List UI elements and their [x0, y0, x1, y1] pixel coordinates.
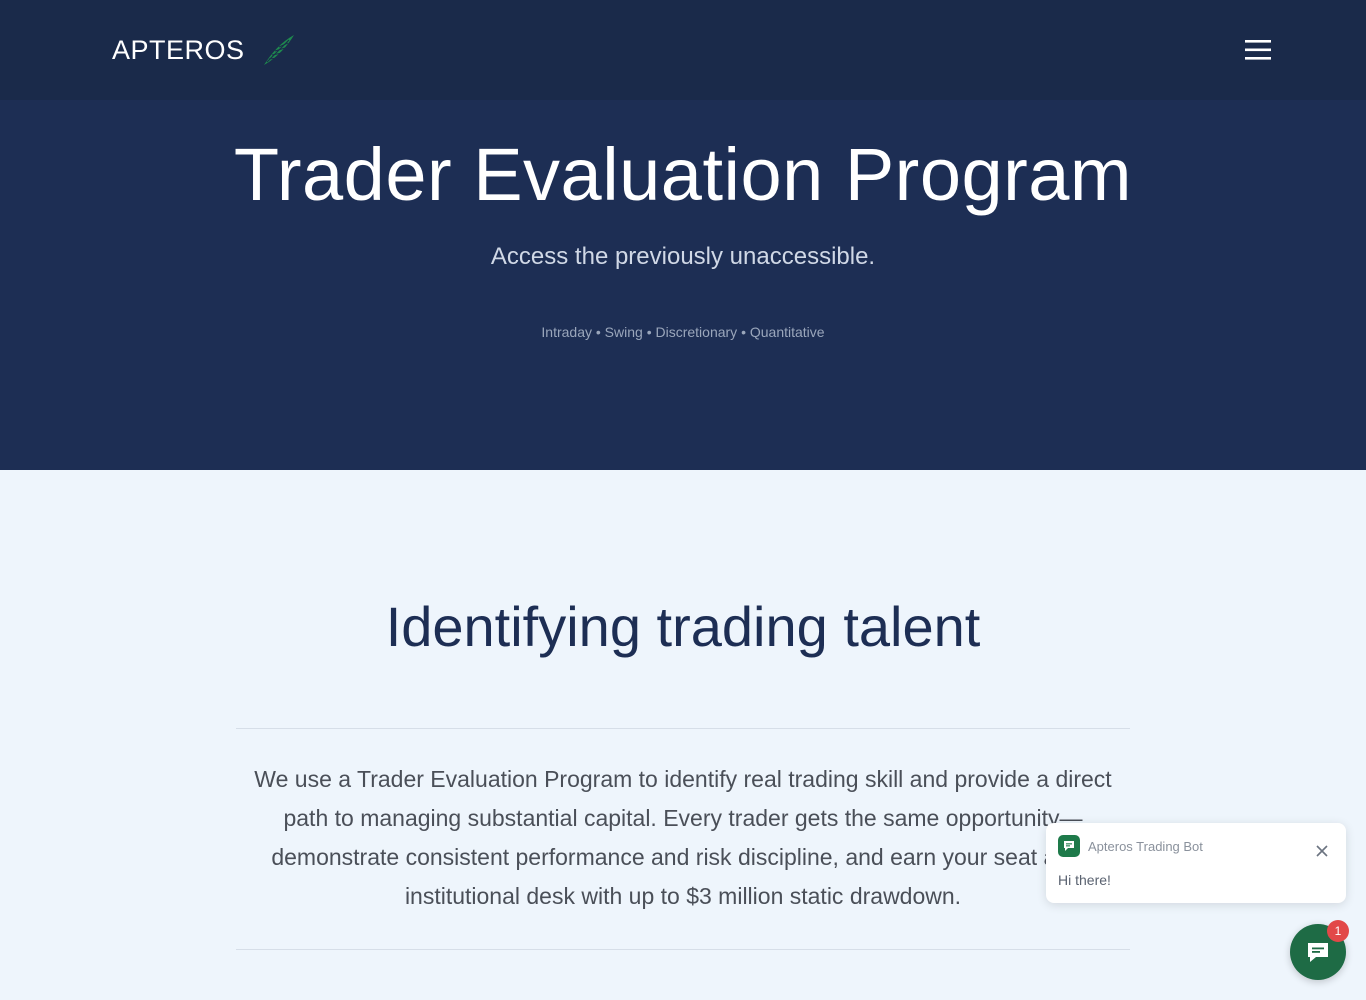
top-navigation-bar: APTEROS — [0, 0, 1366, 100]
bot-avatar-icon — [1058, 835, 1080, 857]
bot-name: Apteros Trading Bot — [1088, 838, 1203, 854]
chat-message: Hi there! — [1058, 872, 1111, 888]
hero-subtitle: Access the previously unaccessible. — [490, 243, 876, 270]
talent-section: Identifying trading talent We use a Trad… — [0, 470, 1366, 1000]
brand-logo-link[interactable]: APTEROS — [112, 30, 297, 70]
brand-name: APTEROS — [112, 34, 245, 65]
wing-feather-icon — [263, 35, 294, 65]
notification-badge: 1 — [1327, 920, 1349, 942]
hero-banner: Trader Evaluation Program Access the pre… — [0, 100, 1366, 470]
hamburger-menu-icon[interactable] — [1238, 32, 1278, 68]
chat-popup-header: Apteros Trading Bot — [1058, 835, 1203, 857]
close-icon[interactable] — [1312, 841, 1332, 861]
section-title: Identifying trading talent — [385, 595, 981, 658]
hero-tags: Intraday • Swing • Discretionary • Quant… — [541, 324, 825, 340]
hero-title: Trader Evaluation Program — [233, 133, 1133, 216]
chat-bubble-icon — [1308, 943, 1328, 962]
section-body: We use a Trader Evaluation Program to id… — [254, 766, 1112, 909]
chat-popup[interactable]: Apteros Trading Bot Hi there! — [1046, 823, 1346, 903]
divider-top — [236, 728, 1130, 729]
divider-bottom — [236, 949, 1130, 950]
